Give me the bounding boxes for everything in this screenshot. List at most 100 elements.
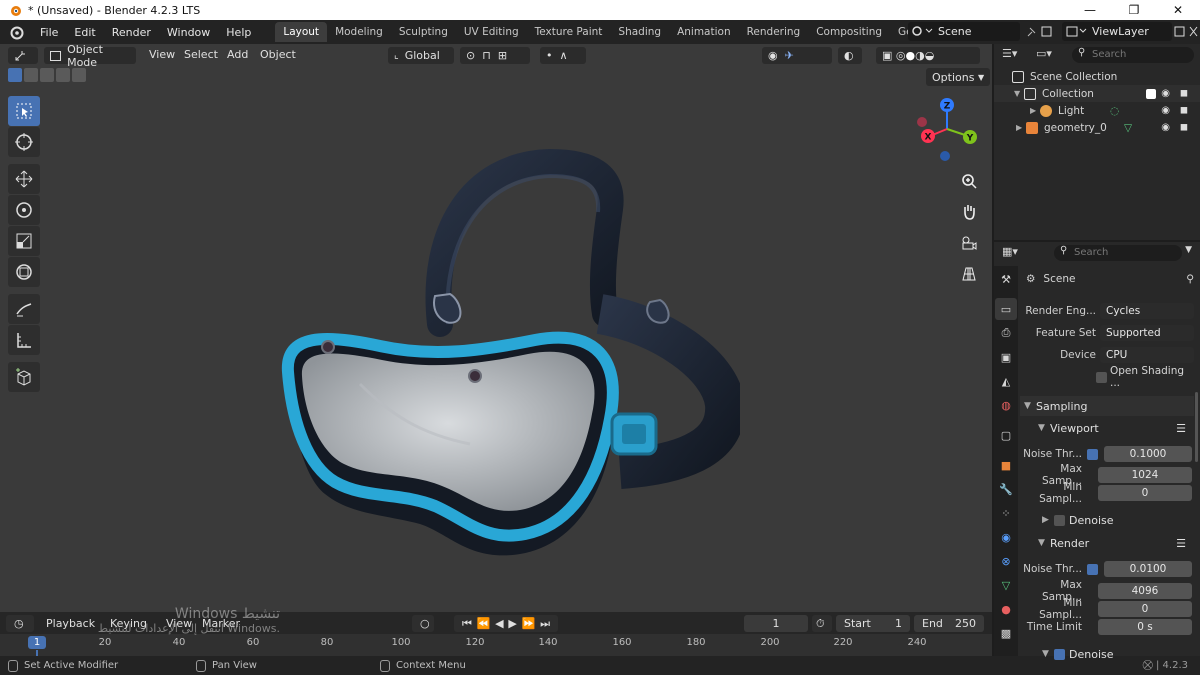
list-icon[interactable]: ☰ — [1176, 422, 1186, 435]
select-subtract-icon[interactable] — [40, 68, 54, 82]
scene-selector[interactable]: Scene — [908, 22, 1052, 41]
viewport-menu-add[interactable]: Add — [227, 48, 248, 61]
outliner-light[interactable]: ▶ Light ◌ ◉ ◼ — [994, 102, 1200, 119]
diving-mask-object[interactable] — [270, 114, 740, 584]
3d-viewport[interactable]: Object Mode View Select Add Object ⌞ Glo… — [0, 43, 992, 612]
end-frame-field[interactable]: End 250 — [914, 615, 984, 632]
select-box-tool[interactable] — [8, 96, 40, 126]
menu-edit[interactable]: Edit — [66, 26, 103, 39]
editor-type-button[interactable] — [8, 47, 38, 64]
render-min-samples-field[interactable]: 0 — [1098, 601, 1192, 617]
scene-tab[interactable]: ◭ — [995, 370, 1017, 392]
cursor-tool[interactable] — [8, 127, 40, 157]
checkbox-icon[interactable] — [1146, 88, 1156, 99]
particles-tab[interactable]: ⁘ — [995, 502, 1017, 524]
options-dropdown[interactable]: Options ▼ — [926, 68, 991, 86]
constraints-tab[interactable]: ⊗ — [995, 550, 1017, 572]
proportional-editing-buttons[interactable]: • ∧ — [540, 47, 586, 64]
render-max-samples-field[interactable]: 4096 — [1098, 583, 1192, 599]
viewport-min-samples-field[interactable]: 0 — [1098, 485, 1192, 501]
transform-tool[interactable] — [8, 257, 40, 287]
tab-compositing[interactable]: Compositing — [808, 22, 890, 42]
overlay-button[interactable]: ◐ — [838, 47, 862, 64]
select-intersect-icon[interactable] — [72, 68, 86, 82]
render-noise-checkbox[interactable] — [1087, 563, 1098, 575]
outliner-collection[interactable]: ▼ Collection ◉ ◼ — [994, 85, 1200, 102]
render-noise-field[interactable]: 0.0100 — [1104, 561, 1192, 577]
viewport-subpanel-header[interactable]: ▼ Viewport ☰ — [1020, 418, 1194, 438]
camera-icon[interactable]: ◼ — [1180, 88, 1188, 99]
properties-editor[interactable]: ▦▾ Search ⚲ ▼ ⚒ ▭ ⎙ ▣ ◭ ◍ ▢ ■ 🔧 ⁘ ◉ ⊗ ▽ … — [994, 242, 1200, 661]
select-extend-icon[interactable] — [24, 68, 38, 82]
menu-window[interactable]: Window — [159, 26, 218, 39]
select-invert-icon[interactable] — [56, 68, 70, 82]
tool-tab[interactable]: ⚒ — [995, 268, 1017, 290]
display-mode-icon[interactable]: ▭▾ — [1036, 47, 1052, 60]
chevron-down-icon[interactable]: ▼ — [1185, 245, 1192, 255]
menu-file[interactable]: File — [32, 26, 66, 39]
data-tab[interactable]: ▽ — [995, 574, 1017, 596]
ortho-toggle-button[interactable] — [958, 263, 980, 285]
shading-mode-buttons[interactable]: ▣ ◎ ● ◑ ◒ — [876, 47, 980, 64]
tab-layout[interactable]: Layout — [275, 22, 328, 42]
tab-sculpting[interactable]: Sculpting — [391, 22, 456, 42]
transform-orientation-dropdown[interactable]: ⌞ Global — [388, 47, 454, 64]
tab-rendering[interactable]: Rendering — [739, 22, 809, 42]
view-layer-new-icons[interactable] — [1174, 25, 1200, 38]
render-tab[interactable]: ▭ — [995, 298, 1017, 320]
viewport-noise-checkbox[interactable] — [1087, 448, 1098, 460]
outliner-search-input[interactable]: Search — [1072, 47, 1194, 63]
view-layer-tab[interactable]: ▣ — [995, 346, 1017, 368]
camera-icon[interactable]: ◼ — [1180, 105, 1188, 116]
navigation-gizmo[interactable]: Z Y X — [912, 94, 982, 164]
neg-z-axis-handle[interactable] — [940, 151, 950, 161]
timeline-editor-type[interactable]: ◷ — [6, 615, 34, 632]
viewport-menu-select[interactable]: Select — [184, 48, 218, 61]
eye-icon[interactable]: ◉ — [1161, 105, 1170, 116]
start-frame-field[interactable]: Start 1 — [836, 615, 910, 632]
scale-tool[interactable] — [8, 226, 40, 256]
outliner-geometry[interactable]: ▶ geometry_0 ▽ ◉ ◼ — [994, 119, 1200, 136]
close-button[interactable]: ✕ — [1156, 0, 1200, 20]
render-denoise-checkbox[interactable] — [1054, 648, 1065, 660]
selection-mode-buttons[interactable] — [8, 68, 88, 82]
auto-keying-button[interactable]: ○ — [412, 615, 434, 632]
object-tab[interactable]: ■ — [995, 454, 1017, 476]
add-cube-tool[interactable] — [8, 362, 40, 392]
menu-render[interactable]: Render — [104, 26, 159, 39]
physics-tab[interactable]: ◉ — [995, 526, 1017, 548]
collection-tab[interactable]: ▢ — [995, 424, 1017, 446]
jump-end-icon[interactable]: ⏭ — [540, 617, 550, 631]
properties-scrollbar[interactable] — [1195, 392, 1198, 462]
camera-icon[interactable]: ◼ — [1180, 122, 1188, 133]
output-tab[interactable]: ⎙ — [995, 322, 1017, 344]
camera-view-button[interactable] — [958, 232, 980, 254]
render-denoise-subpanel-header[interactable]: ▼ Denoise — [1020, 644, 1194, 664]
viewport-menu-object[interactable]: Object — [260, 48, 296, 61]
object-mode-dropdown[interactable]: Object Mode — [44, 43, 136, 69]
tab-uv-editing[interactable]: UV Editing — [456, 22, 527, 42]
view-layer-selector[interactable]: ViewLayer — [1062, 22, 1198, 41]
open-shading-checkbox[interactable] — [1096, 371, 1107, 383]
time-limit-field[interactable]: 0 s — [1098, 619, 1192, 635]
timer-button[interactable]: ⏱ — [812, 615, 832, 632]
playhead[interactable]: 1 — [28, 636, 46, 649]
render-engine-dropdown[interactable]: Cycles — [1100, 303, 1194, 319]
render-subpanel-header[interactable]: ▼ Render ☰ — [1020, 533, 1194, 553]
sampling-panel-header[interactable]: ▼ Sampling — [1020, 396, 1194, 416]
tab-shading[interactable]: Shading — [610, 22, 669, 42]
outliner-editor[interactable]: ☰▾ ▭▾ Search ⚲ Scene Collection ▼ Collec… — [994, 44, 1200, 240]
current-frame-field[interactable]: 1 — [744, 615, 808, 632]
menu-help[interactable]: Help — [218, 26, 259, 39]
visibility-gizmo-buttons[interactable]: ◉ ✈ — [762, 47, 832, 64]
pivot-snap-buttons[interactable]: ⊙ ⊓ ⊞ — [460, 47, 530, 64]
eye-icon[interactable]: ◉ — [1161, 88, 1170, 99]
denoise-checkbox[interactable] — [1054, 514, 1065, 526]
tab-animation[interactable]: Animation — [669, 22, 739, 42]
feature-set-dropdown[interactable]: Supported — [1100, 325, 1194, 341]
outliner-editor-type-icon[interactable]: ☰▾ — [1002, 47, 1017, 60]
blender-menu-icon[interactable] — [8, 24, 24, 40]
select-new-icon[interactable] — [8, 68, 22, 82]
outliner-scene-collection[interactable]: Scene Collection — [994, 68, 1200, 85]
denoise-subpanel-header[interactable]: ▶ Denoise — [1020, 510, 1194, 530]
